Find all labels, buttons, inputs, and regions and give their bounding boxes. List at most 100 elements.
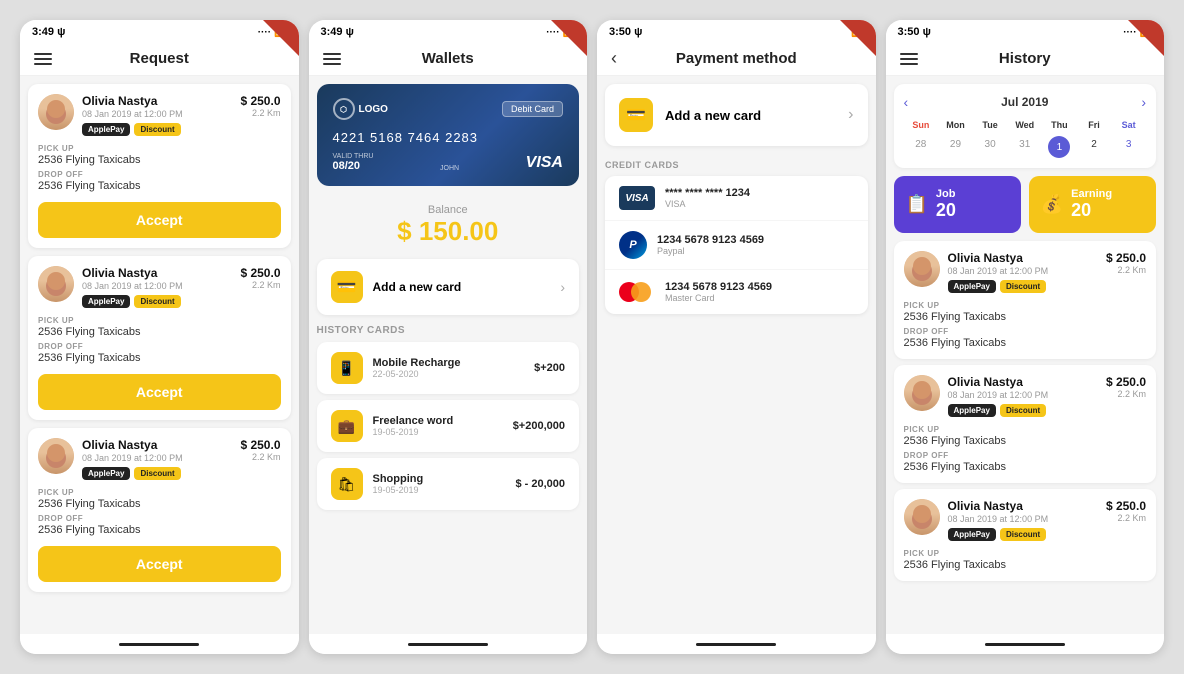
user-price-1: $ 250.0 [240, 94, 280, 108]
hist-avatar-2 [904, 375, 940, 411]
hist-user-name-2: Olivia Nastya [948, 375, 1098, 389]
mastercard-logo [619, 280, 655, 304]
calendar-grid: 28 29 30 31 1 2 3 [904, 136, 1147, 158]
earning-label: Earning [1071, 188, 1112, 200]
history-trip-2: Olivia Nastya 08 Jan 2019 at 12:00 PM Ap… [894, 365, 1157, 483]
corner-ribbon [263, 20, 299, 56]
hist-badge-row-3: ApplePay Discount [948, 528, 1098, 541]
badge-row-2: ApplePay Discount [82, 295, 232, 308]
cal-28[interactable]: 28 [904, 136, 939, 158]
history-details-1: Mobile Recharge 22-05-2020 [373, 357, 535, 379]
payment-screen: 3:50 ψ 📶 ‹ Payment method 💳 Add a new ca… [597, 20, 876, 654]
history-details-3: Shopping 19-05-2019 [373, 473, 516, 495]
history-amount-2: $+200,000 [513, 420, 565, 432]
mastercard-item[interactable]: 1234 5678 9123 4569 Master Card [605, 270, 868, 314]
history-amount-1: $+200 [534, 362, 565, 374]
time-1: 3:49 ψ [32, 26, 65, 38]
bottom-indicator-2 [309, 634, 588, 654]
hist-badge-applepay-3: ApplePay [948, 528, 996, 541]
badge-discount-2: Discount [134, 295, 180, 308]
hist-dropoff-label-1: DROP OFF [904, 327, 1147, 336]
hist-avatar-3 [904, 499, 940, 535]
hist-user-row-3: Olivia Nastya 08 Jan 2019 at 12:00 PM Ap… [904, 499, 1147, 541]
accept-btn-2[interactable]: Accept [38, 374, 281, 410]
hist-badge-discount-1: Discount [1000, 280, 1046, 293]
back-button[interactable]: ‹ [611, 48, 617, 69]
hist-user-row-2: Olivia Nastya 08 Jan 2019 at 12:00 PM Ap… [904, 375, 1147, 417]
badge-applepay-1: ApplePay [82, 123, 130, 136]
corner-ribbon-2 [551, 20, 587, 56]
user-date-3: 08 Jan 2019 at 12:00 PM [82, 453, 232, 463]
user-info-2: Olivia Nastya 08 Jan 2019 at 12:00 PM Ap… [82, 266, 232, 308]
menu-icon[interactable] [34, 53, 52, 65]
logo-icon: ⬡ [333, 98, 355, 120]
paypal-card-details: 1234 5678 9123 4569 Paypal [657, 234, 854, 256]
pickup-label-3: PICK UP [38, 488, 281, 497]
wallets-menu-icon[interactable] [323, 53, 341, 65]
request-card-3: Olivia Nastya 08 Jan 2019 at 12:00 PM Ap… [28, 428, 291, 592]
accept-btn-1[interactable]: Accept [38, 202, 281, 238]
calendar-header: ‹ Jul 2019 › [904, 94, 1147, 110]
user-date-1: 08 Jan 2019 at 12:00 PM [82, 109, 232, 119]
paypal-card-item[interactable]: P 1234 5678 9123 4569 Paypal [605, 221, 868, 270]
history-date-2: 19-05-2019 [373, 427, 513, 437]
time-3: 3:50 ψ [609, 26, 642, 38]
cal-31[interactable]: 31 [1007, 136, 1042, 158]
bottom-indicator-3 [597, 634, 876, 654]
app-container: 3:49 ψ ···· 📶 Request Olivia Nastya [0, 0, 1184, 674]
wallets-screen: 3:49 ψ ···· 📶 Wallets ⬡ LOGO [309, 20, 588, 654]
card-logo: ⬡ LOGO [333, 98, 388, 120]
hist-dist-3: 2.2 Km [1106, 513, 1146, 523]
history-content: ‹ Jul 2019 › Sun Mon Tue Wed Thu Fri Sat [886, 76, 1165, 634]
cal-29[interactable]: 29 [938, 136, 973, 158]
hist-route-2: PICK UP 2536 Flying Taxicabs DROP OFF 25… [904, 425, 1147, 473]
cal-30[interactable]: 30 [973, 136, 1008, 158]
credit-cards-label: CREDIT CARDS [605, 160, 868, 170]
history-amount-3: $ - 20,000 [515, 478, 565, 490]
payment-add-icon: 💳 [619, 98, 653, 132]
history-name-2: Freelance word [373, 415, 513, 427]
day-wed: Wed [1007, 118, 1042, 132]
pickup-label-1: PICK UP [38, 144, 281, 153]
visa-card-item[interactable]: VISA **** **** **** 1234 VISA [605, 176, 868, 221]
history-menu-icon[interactable] [900, 53, 918, 65]
user-price-2: $ 250.0 [240, 266, 280, 280]
history-item-3: 🛍 Shopping 19-05-2019 $ - 20,000 [317, 458, 580, 510]
payment-content: 💳 Add a new card › CREDIT CARDS VISA ***… [597, 76, 876, 634]
hist-user-info-1: Olivia Nastya 08 Jan 2019 at 12:00 PM Ap… [948, 251, 1098, 293]
day-mon: Mon [938, 118, 973, 132]
prev-month-btn[interactable]: ‹ [904, 94, 909, 110]
badge-discount-3: Discount [134, 467, 180, 480]
payment-arrow: › [848, 106, 853, 124]
hist-user-info-2: Olivia Nastya 08 Jan 2019 at 12:00 PM Ap… [948, 375, 1098, 417]
valid-label: VALID THRU [333, 153, 374, 160]
pickup-value-1: 2536 Flying Taxicabs [38, 154, 281, 166]
card-bottom: VALID THRU 08/20 JOHN VISA [333, 153, 564, 172]
hist-pickup-value-3: 2536 Flying Taxicabs [904, 559, 1147, 571]
user-dist-2: 2.2 Km [240, 280, 280, 290]
holder-label: JOHN [440, 165, 459, 172]
cal-1[interactable]: 1 [1048, 136, 1070, 158]
history-name-3: Shopping [373, 473, 516, 485]
job-icon: 📋 [906, 194, 928, 215]
cal-3[interactable]: 3 [1111, 136, 1146, 158]
history-icon-2: 💼 [331, 410, 363, 442]
history-header: History [886, 42, 1165, 76]
accept-btn-3[interactable]: Accept [38, 546, 281, 582]
cal-2[interactable]: 2 [1077, 136, 1112, 158]
time-2: 3:49 ψ [321, 26, 354, 38]
next-month-btn[interactable]: › [1141, 94, 1146, 110]
payment-cards-container: VISA **** **** **** 1234 VISA P 1234 567… [605, 176, 868, 314]
hist-price-2: $ 250.0 [1106, 375, 1146, 389]
bottom-indicator-1 [20, 634, 299, 654]
pickup-value-3: 2536 Flying Taxicabs [38, 498, 281, 510]
payment-add-card-btn[interactable]: 💳 Add a new card › [605, 84, 868, 146]
valid-value: 08/20 [333, 160, 374, 172]
hist-pickup-value-1: 2536 Flying Taxicabs [904, 311, 1147, 323]
mastercard-details: 1234 5678 9123 4569 Master Card [665, 281, 854, 303]
route-section-2: PICK UP 2536 Flying Taxicabs DROP OFF 25… [38, 316, 281, 364]
add-card-btn[interactable]: 💳 Add a new card › [317, 259, 580, 315]
avatar-1 [38, 94, 74, 130]
visa-type: VISA [665, 199, 854, 209]
day-sat: Sat [1111, 118, 1146, 132]
